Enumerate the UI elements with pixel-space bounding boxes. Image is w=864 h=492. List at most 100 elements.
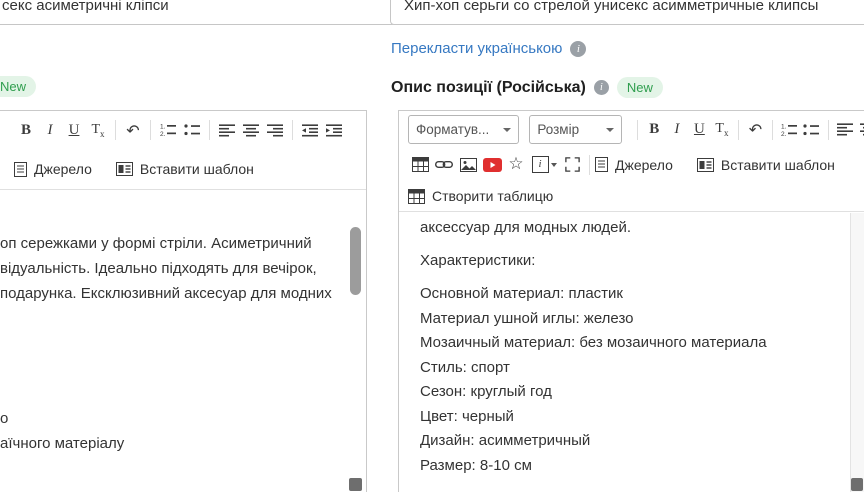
star-button[interactable]: ☆ <box>505 153 527 177</box>
text-line: Основной материал: пластик <box>420 285 623 302</box>
undo-button[interactable]: ↶ <box>122 118 144 142</box>
toolbar-separator <box>771 119 773 140</box>
info-icon[interactable]: i <box>570 40 587 57</box>
text-line: Материал ушной иглы: железо <box>420 309 634 327</box>
insert-template-button-label: Вставити шаблон <box>720 156 835 173</box>
source-button[interactable]: Джерело <box>595 157 673 173</box>
create-table-button[interactable]: Створити таблицю <box>408 188 553 204</box>
undo-button[interactable]: ↶ <box>745 118 766 142</box>
new-badge-right: New <box>616 77 663 98</box>
text-line: Характеристики: <box>420 252 536 269</box>
italic-icon: I <box>47 121 53 138</box>
align-left-icon <box>837 123 854 136</box>
image-icon <box>459 157 477 172</box>
numbered-list-icon: 1.2. <box>160 124 176 137</box>
info-block-button[interactable]: i <box>529 153 559 177</box>
underline-button[interactable]: U <box>63 118 85 142</box>
remove-format-button[interactable]: Tx <box>712 118 733 142</box>
template-icon <box>115 162 133 176</box>
bullet-list-icon <box>803 123 820 135</box>
numbered-list-button[interactable]: 1. 2. <box>779 118 800 142</box>
numbered-list-button[interactable]: 1. 2. <box>157 118 179 142</box>
editor-toolbar-ua: B I U Tx ↶ 1. 2. Джерело Вставити шаблон <box>0 111 366 190</box>
toolbar-separator <box>827 119 829 140</box>
editor-toolbar-ru: Форматув... Розмір B I U Tx ↶ 1. 2. ☆ i … <box>399 111 864 212</box>
remove-format-button[interactable]: Tx <box>87 118 109 142</box>
source-button[interactable]: Джерело <box>14 161 92 177</box>
insert-template-button[interactable]: Вставити шаблон <box>696 156 835 173</box>
scrollbar-track[interactable] <box>850 213 864 492</box>
chevron-down-icon <box>550 162 557 167</box>
decrease-indent-button[interactable] <box>299 118 321 142</box>
scrollbar-down-button[interactable] <box>851 478 863 491</box>
bullet-list-button[interactable] <box>181 118 203 142</box>
decrease-indent-icon <box>302 123 318 136</box>
link-icon <box>435 161 453 168</box>
increase-indent-button[interactable] <box>323 118 345 142</box>
align-right-icon <box>267 123 283 136</box>
svg-text:2.: 2. <box>781 131 787 137</box>
insert-table-button[interactable] <box>409 153 431 177</box>
create-table-button-label: Створити таблицю <box>432 188 554 204</box>
toolbar-separator <box>292 120 293 140</box>
table-icon <box>411 157 429 172</box>
editor-content-ru[interactable]: аксессуар для модных людей. Характеристи… <box>399 212 864 478</box>
description-editor-ua: B I U Tx ↶ 1. 2. Джерело Вставити шаблон… <box>0 110 367 492</box>
link-button[interactable] <box>433 153 455 177</box>
toolbar-separator <box>738 119 740 140</box>
info-block-icon: i <box>531 156 557 173</box>
text-line-fragment: подарунка. Ексклюзивний аксесуар для мод… <box>0 285 332 302</box>
bold-button[interactable]: B <box>15 118 37 142</box>
translate-to-ukrainian-link[interactable]: Перекласти українською <box>391 40 562 57</box>
source-icon <box>595 157 608 172</box>
translate-row: Перекласти українською i <box>391 40 587 57</box>
align-center-icon <box>243 123 259 136</box>
svg-text:1.: 1. <box>781 123 787 130</box>
bullet-list-icon <box>183 124 200 136</box>
bold-button[interactable]: B <box>644 118 665 142</box>
italic-button[interactable]: I <box>39 118 61 142</box>
svg-text:1.: 1. <box>160 124 166 131</box>
text-line: Стиль: спорт <box>420 358 510 376</box>
insert-video-button[interactable] <box>481 153 503 177</box>
info-icon[interactable]: i <box>593 80 609 95</box>
table-icon <box>408 188 425 204</box>
source-icon <box>14 161 27 177</box>
product-edit-screen: Перекласти українською i New Опис позиці… <box>0 0 864 492</box>
toolbar-separator <box>209 120 210 140</box>
text-line: Размер: 8-10 см <box>420 456 532 474</box>
chevron-down-icon <box>503 127 512 132</box>
description-heading-ru: Опис позиції (Російська) <box>391 78 586 96</box>
remove-format-icon: Tx <box>91 121 105 139</box>
numbered-list-icon: 1.2. <box>781 123 797 137</box>
align-center-icon <box>859 123 864 136</box>
section-heading-row: Опис позиції (Російська) i New <box>391 77 663 98</box>
font-size-dropdown[interactable]: Розмір <box>529 115 622 144</box>
template-icon <box>696 157 714 172</box>
underline-button[interactable]: U <box>689 118 710 142</box>
product-title-input-ua[interactable] <box>0 0 396 25</box>
align-center-button[interactable] <box>240 118 262 142</box>
align-left-button[interactable] <box>835 118 856 142</box>
bold-icon: B <box>20 121 31 138</box>
italic-icon: I <box>674 121 680 137</box>
source-button-label: Джерело <box>615 156 673 173</box>
remove-format-icon: Tx <box>715 121 729 138</box>
insert-template-button[interactable]: Вставити шаблон <box>115 161 254 177</box>
new-badge-left: New <box>0 76 37 97</box>
product-title-input-ru[interactable] <box>390 0 864 25</box>
align-center-button[interactable] <box>857 118 864 142</box>
maximize-button[interactable] <box>561 153 583 177</box>
bullet-list-button[interactable] <box>801 118 822 142</box>
align-left-button[interactable] <box>216 118 238 142</box>
italic-button[interactable]: I <box>667 118 688 142</box>
insert-image-button[interactable] <box>457 153 479 177</box>
scrollbar-thumb[interactable] <box>350 227 361 295</box>
underline-icon: U <box>693 121 705 137</box>
align-right-button[interactable] <box>264 118 286 142</box>
scrollbar-down-button[interactable] <box>349 478 362 491</box>
increase-indent-icon <box>326 123 342 136</box>
text-line-fragment: о <box>0 410 9 427</box>
undo-icon: ↶ <box>748 120 763 139</box>
paragraph-format-dropdown[interactable]: Форматув... <box>408 115 520 144</box>
